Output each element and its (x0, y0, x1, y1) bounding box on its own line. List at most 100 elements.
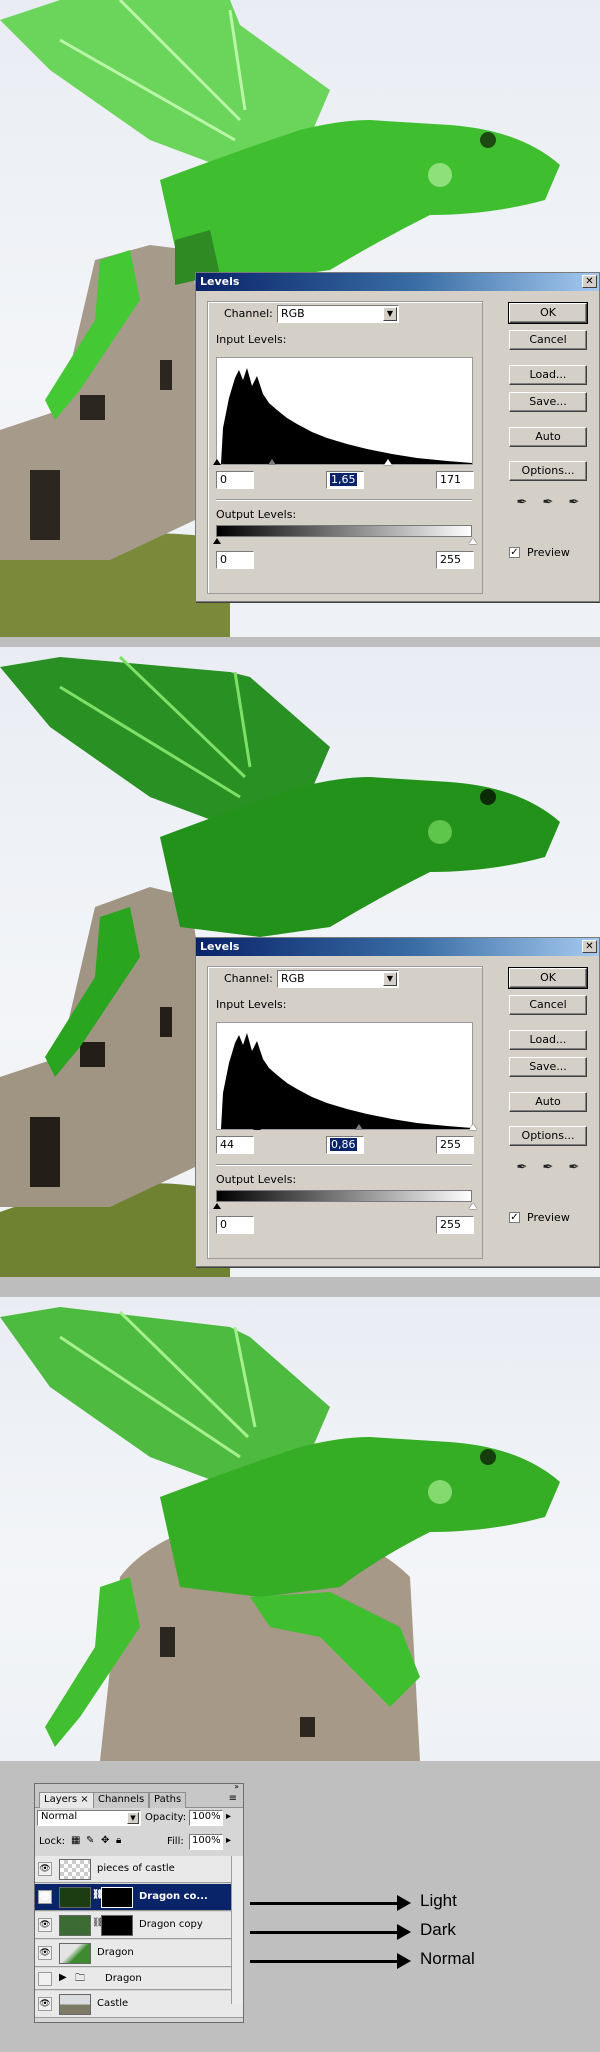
channel-select[interactable]: RGB ▼ (277, 305, 399, 323)
chevron-down-icon[interactable]: ▼ (383, 972, 397, 986)
output-white-slider[interactable] (469, 538, 477, 544)
layer-name: Dragon (97, 1947, 134, 1958)
channel-select[interactable]: RGB ▼ (277, 970, 399, 988)
input-black-value: 44 (220, 1138, 234, 1151)
chevron-down-icon[interactable]: ▼ (127, 1812, 139, 1824)
histogram (216, 1022, 473, 1130)
blend-row: Normal ▼ Opacity: 100% ▸ (35, 1810, 243, 1828)
auto-button[interactable]: Auto (509, 427, 587, 447)
input-black-field[interactable]: 0 (216, 471, 254, 489)
tab-layers[interactable]: Layers × (39, 1792, 94, 1808)
dialog-titlebar[interactable]: Levels ✕ (196, 938, 599, 956)
layer-row[interactable]: 👁︎ pieces of castle (35, 1856, 243, 1883)
auto-button[interactable]: Auto (509, 1092, 587, 1112)
input-gamma-slider[interactable] (355, 1124, 363, 1130)
input-black-field[interactable]: 44 (216, 1136, 254, 1154)
eye-icon[interactable]: 👁︎ (38, 1890, 52, 1904)
input-gamma-field[interactable]: 1,65 (326, 471, 364, 489)
input-white-slider[interactable] (469, 1124, 477, 1130)
close-icon[interactable]: ✕ (582, 275, 597, 288)
input-white-field[interactable]: 255 (436, 1136, 474, 1154)
output-black-slider[interactable] (213, 1203, 221, 1209)
output-black-slider[interactable] (213, 538, 221, 544)
ok-button[interactable]: OK (508, 967, 588, 989)
tab-layers-label: Layers (44, 1794, 78, 1805)
black-eyedropper-icon[interactable]: ✒ (514, 495, 530, 511)
result-panel (0, 1297, 600, 1761)
dialog-title: Levels (200, 275, 240, 288)
layer-row[interactable]: 👁︎ Castle (35, 1991, 243, 2018)
output-white-field[interactable]: 255 (436, 551, 474, 569)
layer-group-row[interactable]: ▶ 🗀 Dragon (35, 1968, 243, 1990)
layer-name: pieces of castle (97, 1863, 175, 1874)
input-black-slider[interactable] (253, 1124, 261, 1130)
lock-position-icon[interactable]: ✥ (101, 1835, 109, 1846)
output-black-field[interactable]: 0 (216, 1216, 254, 1234)
input-white-field[interactable]: 171 (436, 471, 474, 489)
gray-eyedropper-icon[interactable]: ✒ (540, 495, 556, 511)
load-button[interactable]: Load... (509, 1030, 587, 1050)
tab-paths[interactable]: Paths (149, 1792, 187, 1808)
white-eyedropper-icon[interactable]: ✒ (566, 495, 582, 511)
levels-dialog: Levels ✕ Channel: RGB ▼ Input Levels: 0 … (195, 272, 600, 602)
annotation-normal: Normal (420, 1949, 475, 1968)
layer-row[interactable]: 👁︎ Dragon (35, 1940, 243, 1967)
white-eyedropper-icon[interactable]: ✒ (566, 1160, 582, 1176)
input-levels-label: Input Levels: (216, 333, 287, 346)
options-button[interactable]: Options... (509, 1126, 587, 1146)
input-black-slider[interactable] (213, 459, 221, 465)
layer-row[interactable]: 👁︎ ⛓ Dragon co... (35, 1884, 243, 1911)
channel-value: RGB (281, 307, 305, 320)
divider (216, 1164, 472, 1166)
cancel-button[interactable]: Cancel (509, 330, 587, 350)
fill-arrow-icon[interactable]: ▸ (226, 1835, 231, 1846)
histogram-graph (221, 1033, 472, 1129)
output-white-field[interactable]: 255 (436, 1216, 474, 1234)
lock-pixels-icon[interactable]: ✎ (86, 1835, 94, 1846)
output-black-field[interactable]: 0 (216, 551, 254, 569)
folder-icon: 🗀 (75, 1973, 85, 1984)
step2-panel: Levels ✕ Channel: RGB ▼ Input Levels: 44… (0, 647, 600, 1277)
fill-field[interactable]: 100% (189, 1834, 223, 1850)
input-white-slider[interactable] (384, 459, 392, 465)
eye-icon[interactable]: 👁︎ (38, 1997, 52, 2011)
tab-channels[interactable]: Channels (93, 1792, 150, 1808)
save-button[interactable]: Save... (509, 1057, 587, 1077)
blend-mode-select[interactable]: Normal ▼ (37, 1810, 141, 1826)
close-icon[interactable]: ✕ (582, 940, 597, 953)
histogram (216, 357, 473, 465)
output-white-slider[interactable] (469, 1203, 477, 1209)
expand-triangle-icon[interactable]: ▶ (59, 1972, 67, 1983)
cancel-button[interactable]: Cancel (509, 995, 587, 1015)
preview-checkbox[interactable]: ✓ (509, 547, 520, 558)
ok-button[interactable]: OK (508, 302, 588, 324)
lock-label: Lock: (39, 1836, 66, 1847)
layer-row[interactable]: 👁︎ ⛓ Dragon copy (35, 1912, 243, 1939)
lock-transparency-icon[interactable]: ▦ (71, 1835, 80, 1846)
preview-checkbox[interactable]: ✓ (509, 1212, 520, 1223)
layers-panel-section: » Layers × Channels Paths ≡ Normal ▼ Opa… (0, 1761, 600, 2052)
input-gamma-field[interactable]: 0,86 (326, 1136, 364, 1154)
eye-icon[interactable]: 👁︎ (38, 1946, 52, 1960)
black-eyedropper-icon[interactable]: ✒ (514, 1160, 530, 1176)
opacity-arrow-icon[interactable]: ▸ (226, 1811, 231, 1822)
options-button[interactable]: Options... (509, 461, 587, 481)
input-gamma-slider[interactable] (268, 459, 276, 465)
lock-all-icon[interactable]: 🔒︎ (116, 1835, 121, 1846)
opacity-field[interactable]: 100% (189, 1810, 223, 1826)
layer-mask-thumbnail[interactable] (101, 1915, 133, 1936)
save-button[interactable]: Save... (509, 392, 587, 412)
panel-menu-icon[interactable]: ≡ (229, 1793, 237, 1804)
load-button[interactable]: Load... (509, 365, 587, 385)
eye-hidden-icon[interactable] (38, 1972, 52, 1986)
preview-label: Preview (527, 1211, 570, 1224)
chevron-down-icon[interactable]: ▼ (383, 307, 397, 321)
layer-mask-thumbnail[interactable] (101, 1887, 133, 1908)
scrollbar[interactable] (231, 1856, 243, 2004)
opacity-label: Opacity: (145, 1812, 187, 1823)
eye-icon[interactable]: 👁︎ (38, 1918, 52, 1932)
arrow-head-icon (397, 1895, 411, 1911)
gray-eyedropper-icon[interactable]: ✒ (540, 1160, 556, 1176)
eye-icon[interactable]: 👁︎ (38, 1862, 52, 1876)
dialog-titlebar[interactable]: Levels ✕ (196, 273, 599, 291)
